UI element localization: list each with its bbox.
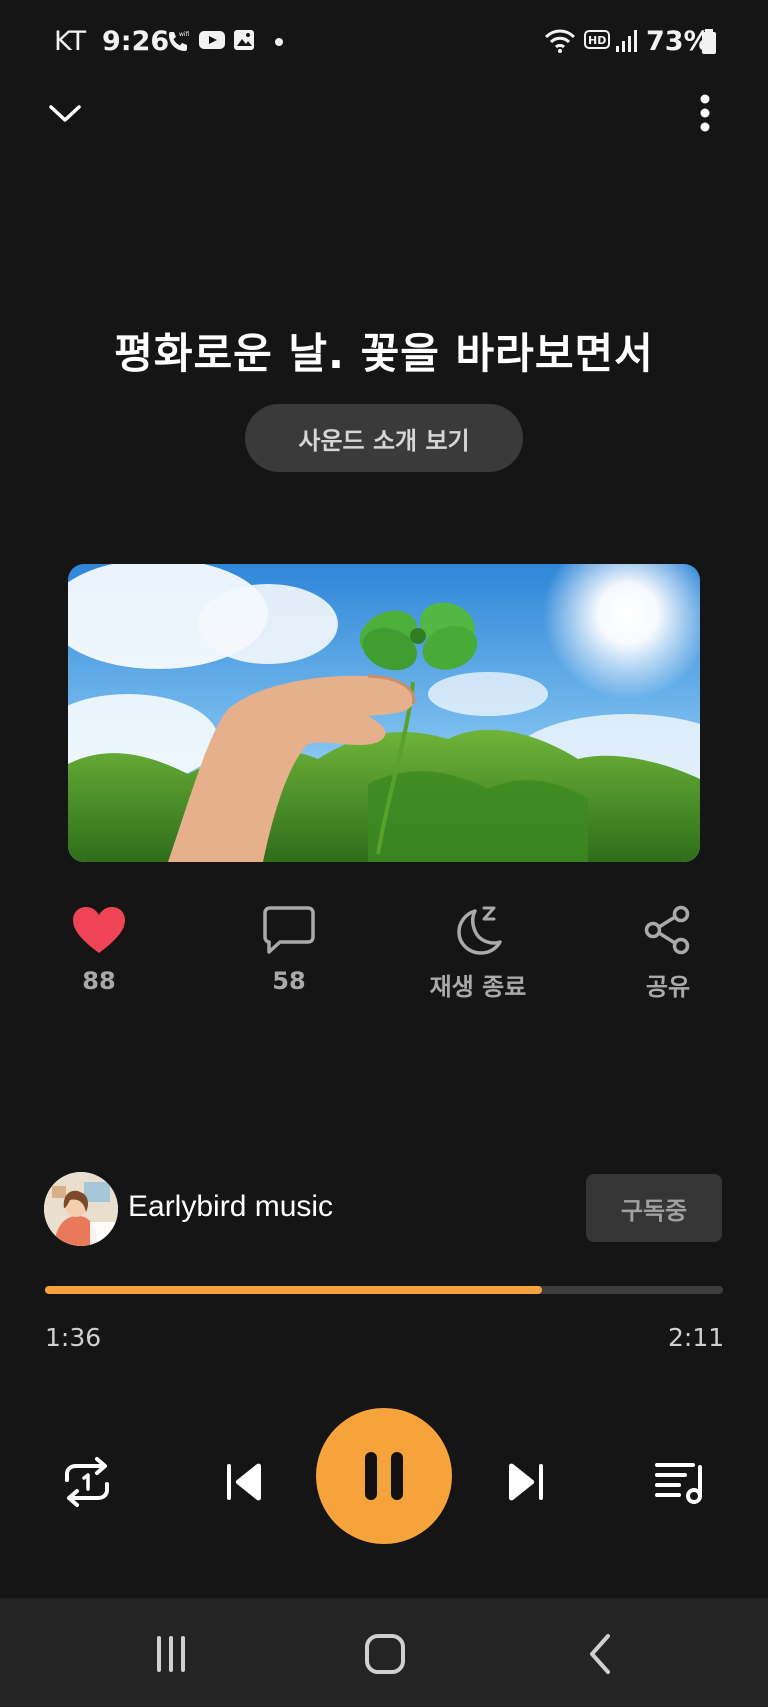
svg-text:wifi: wifi [179, 31, 190, 38]
youtube-icon [199, 31, 225, 49]
pause-button[interactable] [316, 1408, 452, 1544]
comment-button[interactable]: 58 [219, 905, 359, 995]
pause-icon [365, 1452, 403, 1500]
track-artwork [68, 564, 700, 862]
like-count: 88 [82, 967, 116, 995]
status-time: 9:26 [102, 26, 170, 57]
total-time: 2:11 [668, 1323, 725, 1352]
elapsed-time: 1:36 [45, 1323, 102, 1352]
subscribe-button[interactable]: 구독중 [586, 1174, 722, 1242]
share-button[interactable]: 공유 [598, 905, 738, 1002]
wifi-icon [544, 29, 576, 53]
battery-icon [702, 29, 716, 54]
channel-avatar[interactable] [44, 1172, 118, 1246]
playlist-music-icon [655, 1463, 702, 1504]
svg-text:HD: HD [588, 34, 606, 47]
dot-icon [275, 38, 283, 46]
channel-name[interactable]: Earlybird music [128, 1190, 333, 1224]
progress-bar[interactable] [45, 1286, 723, 1294]
more-options-button[interactable] [680, 88, 730, 138]
gallery-icon [234, 30, 254, 50]
sleep-timer-button[interactable]: 재생 종료 [408, 905, 548, 1002]
recent-apps-button[interactable] [136, 1624, 206, 1684]
more-vertical-icon [700, 94, 710, 132]
track-title: 평화로운 날. 꽃을 바라보면서 [114, 329, 654, 378]
skip-next-icon [509, 1463, 543, 1501]
back-arrow-icon [590, 1634, 610, 1674]
system-navigation-bar [0, 1598, 768, 1707]
next-button[interactable] [490, 1447, 560, 1517]
carrier-label: KT [54, 26, 87, 57]
comment-count: 58 [272, 967, 306, 995]
heart-icon [73, 907, 125, 953]
hd-icon: HD [584, 30, 610, 49]
signal-icon [616, 30, 637, 52]
collapse-button[interactable] [40, 88, 90, 138]
repeat-one-button[interactable] [52, 1447, 122, 1517]
home-button[interactable] [350, 1624, 420, 1684]
status-bar: KT 9:26 wifi HD 73% [0, 0, 768, 90]
sound-intro-button[interactable]: 사운드 소개 보기 [245, 404, 523, 472]
progress-fill [45, 1286, 542, 1294]
sleep-timer-label: 재생 종료 [429, 973, 527, 1001]
playlist-button[interactable] [646, 1447, 716, 1517]
like-button[interactable]: 88 [29, 905, 169, 995]
home-icon [365, 1634, 405, 1674]
recent-apps-icon [157, 1636, 185, 1672]
skip-previous-icon [227, 1463, 261, 1501]
moon-sleep-icon [457, 906, 502, 955]
chat-bubble-icon [263, 906, 315, 954]
share-label: 공유 [645, 973, 691, 1001]
chevron-down-icon [49, 105, 81, 122]
back-button[interactable] [566, 1624, 636, 1684]
wifi-calling-icon: wifi [169, 31, 190, 51]
repeat-one-icon [65, 1457, 109, 1507]
share-icon [644, 905, 690, 955]
previous-button[interactable] [210, 1447, 280, 1517]
